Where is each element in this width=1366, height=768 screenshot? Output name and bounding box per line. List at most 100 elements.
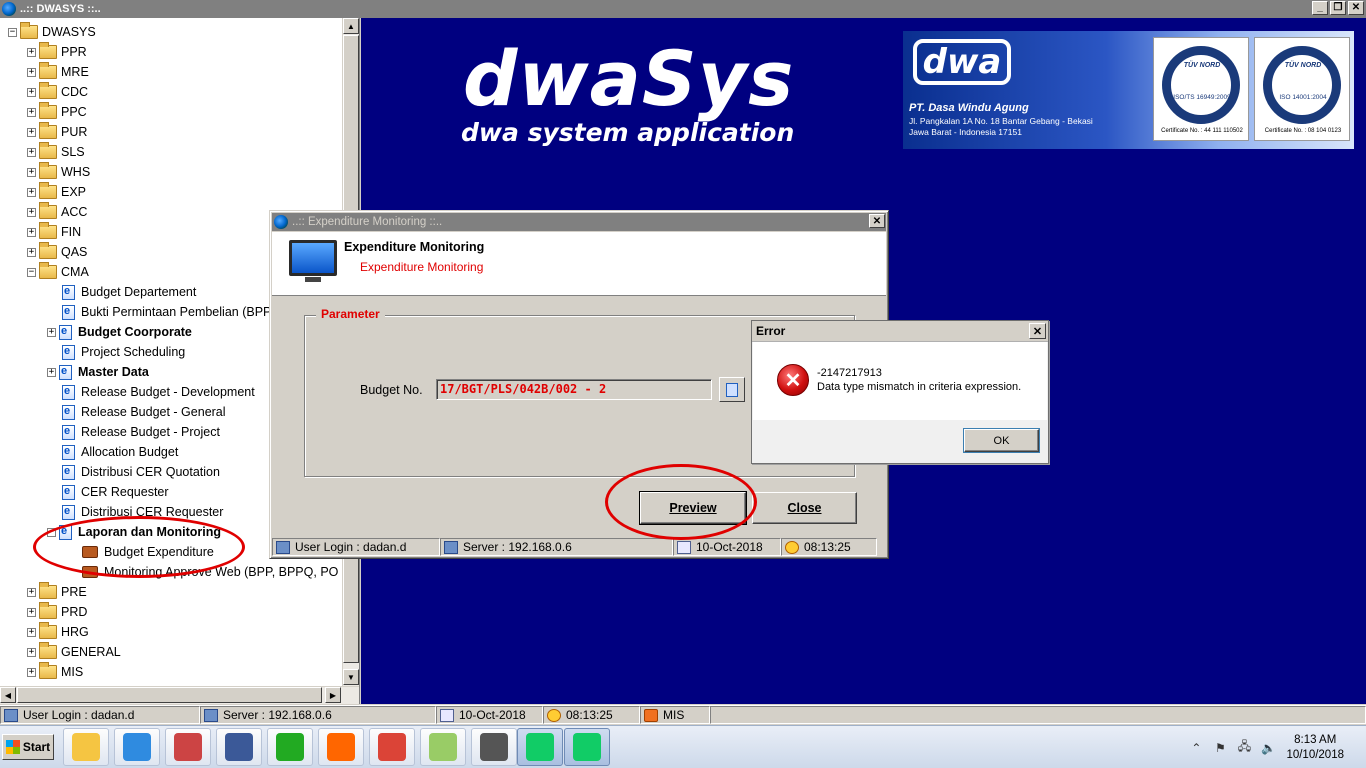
tree-item[interactable]: + WHS [27,162,90,182]
expand-icon[interactable]: + [27,127,36,137]
tree-item[interactable]: + Budget Coorporate [47,322,192,342]
expand-icon[interactable]: + [27,107,36,117]
expand-icon[interactable]: + [27,607,36,617]
expand-icon[interactable]: + [47,367,56,377]
tree-item-label: Master Data [78,365,149,379]
scroll-down-arrow-icon[interactable]: ▼ [343,669,359,685]
taskbar-clock[interactable]: 8:13 AM 10/10/2018 [1286,733,1344,763]
tree-item[interactable]: + PRD [27,602,87,622]
tree-hscroll-thumb[interactable] [17,687,322,703]
tree-root[interactable]: − DWASYS [8,22,96,42]
tree-item[interactable]: Monitoring Approve Web (BPP, BPPQ, PO BP… [82,562,342,582]
taskbar-app-media-player[interactable] [114,728,160,766]
taskbar-app-snipping-tool[interactable] [165,728,211,766]
tree-item[interactable]: CER Requester [62,482,169,502]
expand-icon[interactable]: + [27,627,36,637]
scroll-up-arrow-icon[interactable]: ▲ [343,18,359,34]
tree-item[interactable]: − CMA [27,262,89,282]
start-button[interactable]: Start [2,734,54,760]
tree-horizontal-scrollbar[interactable]: ◀ ▶ [0,686,359,704]
scroll-right-arrow-icon[interactable]: ▶ [325,687,341,703]
taskbar-app-sticky-notes[interactable] [420,728,466,766]
show-hidden-icons-icon[interactable]: ⌃ [1188,740,1204,756]
tree-item[interactable]: Release Budget - Project [62,422,220,442]
user-icon [276,540,290,554]
main-window-titlebar[interactable]: ..:: DWASYS ::.. _ ❐ ✕ [0,0,1366,18]
tree-item[interactable]: + MIS [27,662,83,682]
tree-item[interactable]: Allocation Budget [62,442,178,462]
volume-icon[interactable]: 🔈 [1260,740,1276,756]
tree-item[interactable]: + SLS [27,142,85,162]
collapse-icon[interactable]: − [27,267,36,277]
error-titlebar[interactable]: Error [752,321,1048,342]
expand-icon[interactable]: + [27,667,36,677]
taskbar-app-remote-desktop[interactable] [216,728,262,766]
tree-item[interactable]: + EXP [27,182,86,202]
tree-item[interactable]: + HRG [27,622,89,642]
budget-no-label: Budget No. [360,383,423,397]
taskbar-app-dwasys-globe-2[interactable] [564,728,610,766]
minimize-button[interactable]: _ [1312,1,1328,15]
dwasys-globe-icon [526,733,554,761]
tree-item[interactable]: + QAS [27,242,87,262]
collapse-icon[interactable]: − [47,527,56,537]
tree-item[interactable]: Distribusi CER Quotation [62,462,220,482]
close-button[interactable]: Close [752,492,857,524]
scroll-left-arrow-icon[interactable]: ◀ [0,687,16,703]
tree-item[interactable]: Project Scheduling [62,342,185,362]
expand-icon[interactable]: + [47,327,56,337]
expand-icon[interactable]: + [27,167,36,177]
taskbar-app-chrome[interactable] [369,728,415,766]
tree-item[interactable]: Distribusi CER Requester [62,502,223,522]
close-window-button[interactable]: ✕ [1348,1,1364,15]
form-icon [62,504,75,520]
expand-icon[interactable]: + [27,227,36,237]
expand-icon[interactable]: + [27,187,36,197]
tree-item[interactable]: − Laporan dan Monitoring [47,522,221,542]
tree-item[interactable]: + GENERAL [27,642,121,662]
tree-item[interactable]: + PPC [27,102,87,122]
expand-icon[interactable]: + [27,587,36,597]
preview-button[interactable]: Preview [639,491,747,525]
expand-icon[interactable]: + [27,87,36,97]
taskbar-app-dos-32[interactable] [471,728,517,766]
tree-item[interactable]: + MRE [27,62,89,82]
expand-icon[interactable]: + [27,647,36,657]
dialog-close-icon[interactable]: ✕ [869,214,885,228]
tree-item-label: Distribusi CER Requester [81,505,224,519]
restore-button[interactable]: ❐ [1330,1,1346,15]
expand-icon[interactable]: + [27,147,36,157]
taskbar-app-eye-viewer[interactable] [267,728,313,766]
tree-item[interactable]: + PUR [27,122,87,142]
action-center-flag-icon[interactable]: ⚑ [1212,740,1228,756]
tree-item[interactable]: + PRE [27,582,87,602]
budget-no-input[interactable]: 17/BGT/PLS/042B/002 - 2 [436,379,712,400]
network-icon[interactable]: 🖧 [1236,739,1252,756]
tree-item[interactable]: Budget Departement [62,282,196,302]
taskbar-app-firefox[interactable] [318,728,364,766]
tree-item[interactable]: Bukti Permintaan Pembelian (BPP) [62,302,276,322]
expand-icon[interactable]: + [27,67,36,77]
expand-icon[interactable]: + [27,247,36,257]
expand-icon[interactable]: + [27,207,36,217]
budget-lookup-button[interactable] [719,377,745,402]
ok-button[interactable]: OK [963,428,1040,453]
dialog-titlebar[interactable]: ..:: Expenditure Monitoring ::.. [272,213,886,231]
tree-item[interactable]: Budget Expenditure [82,542,214,562]
form-icon [62,344,75,360]
tree-item[interactable]: + Master Data [47,362,149,382]
tree-item[interactable]: + PPR [27,42,87,62]
tree-item[interactable]: + FIN [27,222,81,242]
folder-icon [39,42,57,59]
tree-item[interactable]: + CDC [27,82,88,102]
expand-icon[interactable]: + [27,47,36,57]
collapse-icon[interactable]: − [8,27,17,37]
tree-item[interactable]: Release Budget - General [62,402,226,422]
error-close-icon[interactable]: ✕ [1029,323,1046,339]
tree-item[interactable]: + ACC [27,202,87,222]
taskbar-app-file-explorer[interactable] [63,728,109,766]
calendar-icon [440,708,454,722]
taskbar-app-dwasys-globe[interactable] [517,728,563,766]
tree-item[interactable]: Release Budget - Development [62,382,255,402]
folder-icon [39,262,57,279]
